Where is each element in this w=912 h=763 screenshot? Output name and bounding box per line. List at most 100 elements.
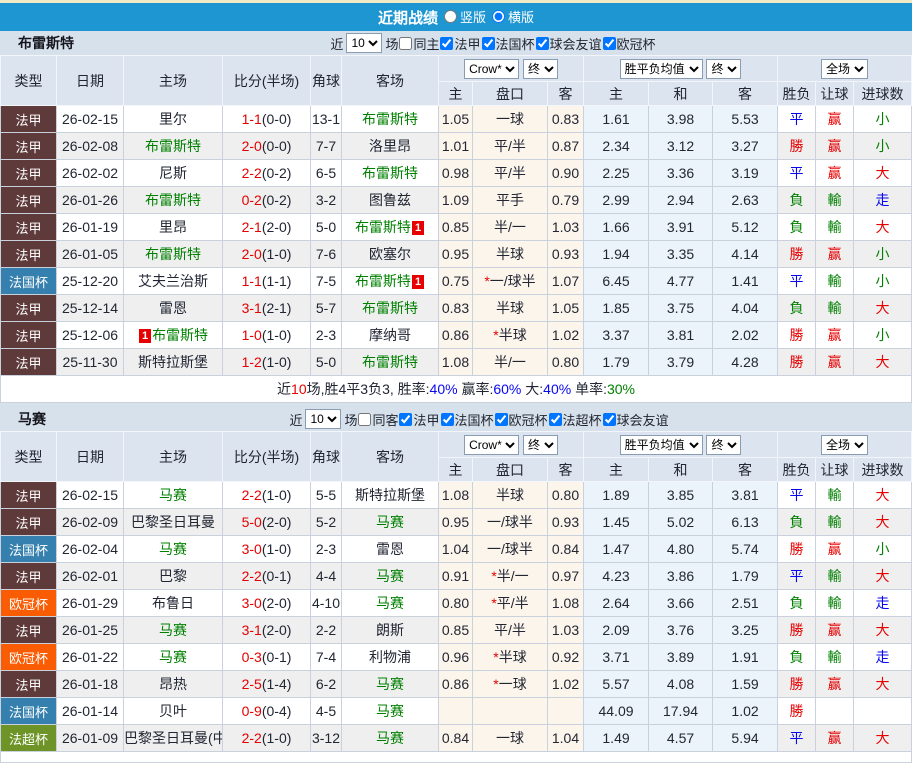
team-name-text: 布雷斯特 [354, 273, 411, 289]
away-team[interactable]: 布雷斯特 1 [355, 219, 425, 235]
league-checkbox[interactable] [440, 412, 454, 426]
league-checkbox[interactable] [440, 36, 454, 50]
match-score: 3-1(2-0) [222, 616, 311, 644]
team-name-text: 昂热 [159, 676, 187, 692]
team-name-text: 布鲁日 [152, 595, 194, 611]
scope-select[interactable]: 全场 [821, 434, 869, 455]
league-filter[interactable]: 法超杯 [548, 410, 602, 429]
home-team[interactable]: 里昂 [159, 219, 187, 235]
home-team-cell: 巴黎圣日耳曼(中) [123, 724, 223, 752]
away-team[interactable]: 马赛 [376, 703, 404, 719]
home-team[interactable]: 布雷斯特 [145, 138, 201, 154]
layout-radio[interactable] [443, 9, 457, 23]
away-team[interactable]: 布雷斯特 1 [355, 273, 425, 289]
odds-source-select[interactable]: Crow* [464, 58, 520, 79]
away-team[interactable]: 雷恩 [376, 541, 404, 557]
home-team[interactable]: 巴黎 [159, 568, 187, 584]
away-team[interactable]: 图鲁兹 [369, 192, 411, 208]
layout-radio[interactable] [492, 9, 505, 23]
league-checkbox[interactable] [535, 36, 549, 50]
league-filter[interactable]: 欧冠杯 [602, 34, 656, 53]
home-team[interactable]: 巴黎圣日耳曼(中) [125, 730, 222, 746]
league-filter[interactable]: 球会友谊 [602, 410, 669, 429]
league-filter[interactable]: 法甲 [439, 34, 481, 53]
result-goals: 大 [853, 724, 912, 752]
home-team[interactable]: 艾夫兰治斯 [138, 273, 208, 289]
away-team[interactable]: 马赛 [376, 595, 404, 611]
result-wdl: 勝 [777, 697, 817, 725]
league-checkbox[interactable] [399, 412, 413, 426]
same-venue-filter[interactable]: 同主 [398, 34, 439, 53]
fulltime-score: 2-2 [241, 487, 262, 503]
avg-period-select[interactable]: 终 [706, 434, 742, 455]
match-row: 法甲 26-02-08 布雷斯特 2-0(0-0) 7-7 洛里昂 1.01 平/半 0.87 2… [0, 132, 912, 160]
result-handicap: 輸 [815, 481, 855, 509]
league-checkbox[interactable] [481, 36, 495, 50]
handicap-text: 半球 [498, 327, 527, 343]
odds-period-select[interactable]: 终 [522, 58, 558, 79]
away-team[interactable]: 布雷斯特 [362, 354, 418, 370]
away-team[interactable]: 布雷斯特 [362, 165, 418, 181]
team-name-text: 布雷斯特 [354, 219, 411, 235]
match-row: 法甲 26-01-05 布雷斯特 2-0(1-0) 7-6 欧塞尔 0.95 半球 0.93 1.… [0, 240, 912, 268]
home-team[interactable]: 1 布雷斯特 [138, 327, 208, 343]
away-team[interactable]: 马赛 [376, 568, 404, 584]
layout-radio-option[interactable]: 横版 [486, 7, 534, 26]
scope-select[interactable]: 全场 [821, 58, 869, 79]
result-wdl: 平 [777, 724, 817, 752]
odds-source-select[interactable]: Crow* [464, 434, 520, 455]
home-team[interactable]: 马赛 [159, 541, 187, 557]
layout-radio-option[interactable]: 竖版 [438, 7, 486, 26]
near-count-select[interactable]: 10 [305, 409, 342, 429]
league-filter[interactable]: 法国杯 [440, 410, 494, 429]
away-team[interactable]: 朗斯 [376, 622, 404, 638]
same-venue-filter[interactable]: 同客 [357, 410, 398, 429]
team-name-text: 马赛 [376, 730, 404, 746]
home-team[interactable]: 马赛 [159, 622, 187, 638]
halftime-score: (2-1) [261, 300, 292, 316]
league-checkbox[interactable] [494, 412, 508, 426]
column-header: 和 [648, 81, 714, 106]
away-team[interactable]: 洛里昂 [369, 138, 411, 154]
result-goals: 小 [853, 105, 912, 133]
home-team[interactable]: 里尔 [159, 111, 187, 127]
away-team[interactable]: 马赛 [376, 676, 404, 692]
home-team[interactable]: 贝叶 [159, 703, 187, 719]
home-team[interactable]: 尼斯 [159, 165, 187, 181]
away-team[interactable]: 布雷斯特 [362, 111, 418, 127]
odds-away: 0.97 [546, 562, 585, 590]
home-team[interactable]: 巴黎圣日耳曼 [131, 514, 215, 530]
home-team[interactable]: 布鲁日 [152, 595, 194, 611]
away-team[interactable]: 马赛 [376, 514, 404, 530]
league-filter[interactable]: 法甲 [398, 410, 440, 429]
home-team[interactable]: 布雷斯特 [145, 246, 201, 262]
home-team[interactable]: 雷恩 [159, 300, 187, 316]
away-team[interactable]: 摩纳哥 [369, 327, 411, 343]
league-filter[interactable]: 欧冠杯 [494, 410, 548, 429]
away-team[interactable]: 欧塞尔 [369, 246, 411, 262]
home-team[interactable]: 马赛 [159, 649, 187, 665]
result-goals: 走 [853, 589, 912, 617]
away-team[interactable]: 斯特拉斯堡 [355, 487, 425, 503]
avg-period-select[interactable]: 终 [706, 58, 742, 79]
odds-period-select[interactable]: 终 [522, 434, 558, 455]
match-date: 26-02-15 [56, 481, 124, 509]
home-team[interactable]: 昂热 [159, 676, 187, 692]
league-filter[interactable]: 球会友谊 [535, 34, 602, 53]
team-name-text: 摩纳哥 [369, 327, 411, 343]
league-checkbox[interactable] [602, 412, 616, 426]
league-filter[interactable]: 法国杯 [481, 34, 535, 53]
league-checkbox[interactable] [602, 36, 616, 50]
same-venue-checkbox[interactable] [399, 36, 413, 50]
home-team[interactable]: 马赛 [159, 487, 187, 503]
avg-type-select[interactable]: 胜平负均值 [619, 58, 703, 79]
near-count-select[interactable]: 10 [346, 33, 383, 53]
avg-type-select[interactable]: 胜平负均值 [619, 434, 703, 455]
away-team[interactable]: 利物浦 [369, 649, 411, 665]
away-team[interactable]: 布雷斯特 [362, 300, 418, 316]
home-team[interactable]: 布雷斯特 [145, 192, 201, 208]
same-venue-checkbox[interactable] [358, 412, 372, 426]
home-team[interactable]: 斯特拉斯堡 [138, 354, 208, 370]
away-team[interactable]: 马赛 [376, 730, 404, 746]
league-checkbox[interactable] [548, 412, 562, 426]
